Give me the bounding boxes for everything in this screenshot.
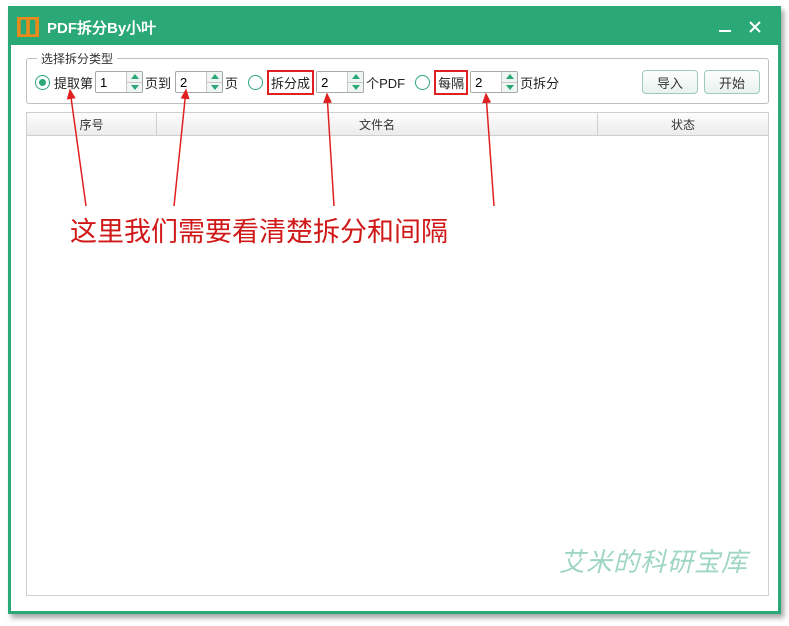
app-window: PDF拆分By小叶 选择拆分类型 提取第 页到 [8, 6, 781, 614]
spin-up-icon[interactable] [127, 72, 142, 83]
annotation-text: 这里我们需要看清楚拆分和间隔 [70, 210, 448, 249]
radio-every-n[interactable] [415, 75, 430, 90]
spin-up-icon[interactable] [207, 72, 222, 83]
client-area: 选择拆分类型 提取第 页到 [14, 48, 775, 608]
minimize-button[interactable] [710, 12, 740, 42]
opt1-mid: 页到 [145, 73, 171, 92]
titlebar: PDF拆分By小叶 [11, 9, 778, 45]
col-status[interactable]: 状态 [598, 113, 768, 135]
opt2-label: 拆分成 [267, 70, 314, 95]
window-title: PDF拆分By小叶 [47, 17, 156, 38]
opt3-label: 每隔 [434, 70, 468, 95]
watermark-text: 艾米的科研宝库 [559, 542, 748, 579]
table-header: 序号 文件名 状态 [26, 112, 769, 136]
opt1-label: 提取第 [54, 73, 93, 92]
app-icon [17, 17, 39, 37]
opt1-tail: 页 [225, 73, 238, 92]
close-button[interactable] [740, 12, 770, 42]
interval-spinner[interactable] [470, 71, 518, 93]
page-to-spinner[interactable] [175, 71, 223, 93]
split-type-group: 选择拆分类型 提取第 页到 [26, 58, 769, 104]
spin-up-icon[interactable] [348, 72, 363, 83]
start-button[interactable]: 开始 [704, 70, 760, 94]
page-from-input[interactable] [96, 72, 126, 92]
file-list[interactable]: 艾米的科研宝库 [26, 136, 769, 596]
interval-input[interactable] [471, 72, 501, 92]
split-count-input[interactable] [317, 72, 347, 92]
import-button[interactable]: 导入 [642, 70, 698, 94]
options-row: 提取第 页到 页 [35, 69, 760, 95]
spin-down-icon[interactable] [207, 83, 222, 93]
spin-down-icon[interactable] [502, 83, 517, 93]
group-title: 选择拆分类型 [37, 50, 117, 67]
col-filename[interactable]: 文件名 [157, 113, 598, 135]
opt3-tail: 页拆分 [520, 73, 559, 92]
radio-split-into[interactable] [248, 75, 263, 90]
spin-down-icon[interactable] [348, 83, 363, 93]
radio-extract-range[interactable] [35, 75, 50, 90]
split-count-spinner[interactable] [316, 71, 364, 93]
spin-up-icon[interactable] [502, 72, 517, 83]
page-to-input[interactable] [176, 72, 206, 92]
page-from-spinner[interactable] [95, 71, 143, 93]
spin-down-icon[interactable] [127, 83, 142, 93]
col-index[interactable]: 序号 [27, 113, 157, 135]
opt2-tail: 个PDF [366, 73, 405, 92]
